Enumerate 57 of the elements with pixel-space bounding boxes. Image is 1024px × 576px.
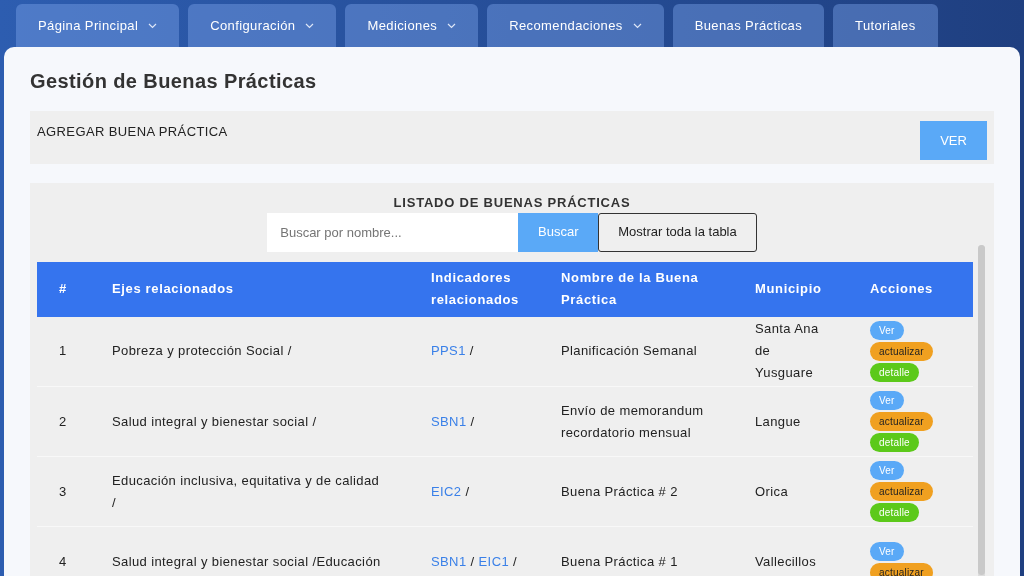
table-cell: Educación inclusiva, equitativa y de calidad / (112, 456, 431, 527)
table-cell: Orica (755, 456, 870, 527)
detail-button[interactable]: detalle (870, 503, 919, 522)
nav-tab[interactable]: Configuración (188, 4, 337, 47)
table-cell: 1 (37, 316, 112, 387)
search-field[interactable]: Buscar por nombre... (267, 212, 519, 252)
table-cell: 3 (37, 456, 112, 527)
table-cell: 2 (37, 386, 112, 457)
table-cell: Pobreza y protección Social / (112, 316, 431, 387)
table-cell: Planificación Semanal (561, 316, 755, 387)
detail-button[interactable]: detalle (870, 433, 919, 452)
column-header: Nombre de la Buena Práctica (561, 261, 755, 317)
search-button[interactable]: Buscar (518, 212, 599, 252)
view-button[interactable]: VER (920, 121, 987, 160)
column-header: Municipio (755, 261, 870, 317)
nav-tab[interactable]: Tutoriales (833, 4, 938, 47)
show-all-button[interactable]: Mostrar toda la tabla (598, 212, 757, 252)
column-header: Acciones (870, 261, 973, 317)
nav-tab[interactable]: Recomendaciones (487, 4, 664, 47)
separator-text: / (469, 343, 474, 359)
view-button[interactable]: Ver (870, 391, 904, 410)
update-button[interactable]: actualizar (870, 562, 933, 576)
table-cell: Buena Práctica # 1 (561, 526, 755, 576)
column-header: Ejes relacionados (112, 261, 431, 317)
table-cell: 4 (37, 526, 112, 576)
table-cell: Santa Ana de Yusguare (755, 316, 870, 387)
detail-button[interactable]: detalle (870, 362, 919, 382)
indicator-link[interactable]: SBN1 (431, 553, 467, 569)
section-label: AGREGAR BUENA PRÁCTICA (37, 123, 228, 141)
table-cell: Envío de memorandum recordatorio mensual (561, 386, 755, 457)
table-cell: Buena Práctica # 2 (561, 456, 755, 527)
table-cell: Vallecillos (755, 526, 870, 576)
page-title: Gestión de Buenas Prácticas (30, 69, 318, 93)
indicator-link[interactable]: PPS1 (431, 343, 466, 359)
separator-text: / (470, 553, 475, 569)
separator-text: / (513, 553, 518, 569)
view-button[interactable]: Ver (870, 541, 904, 561)
nav-tab[interactable]: Mediciones (345, 4, 479, 47)
table-cell: Salud integral y bienestar social / (112, 386, 431, 457)
update-button[interactable]: actualizar (870, 412, 933, 431)
table-cell: Langue (755, 386, 870, 457)
scrollbar[interactable] (978, 245, 985, 576)
view-button[interactable]: Ver (870, 461, 904, 480)
update-button[interactable]: actualizar (870, 341, 933, 361)
column-header: Indicadores relacionados (431, 261, 561, 317)
nav-tab[interactable]: Página Principal (16, 4, 180, 47)
view-button[interactable]: Ver (870, 320, 904, 340)
table-cell: Salud integral y bienestar social /Educación (112, 526, 431, 576)
indicator-link[interactable]: EIC2 (431, 483, 462, 499)
indicator-link[interactable]: EIC1 (478, 553, 510, 569)
indicator-link[interactable]: SBN1 (431, 413, 467, 429)
nav-tab[interactable]: Buenas Prácticas (672, 4, 825, 47)
section-title: LISTADO DE BUENAS PRÁCTICAS (393, 195, 631, 210)
update-button[interactable]: actualizar (870, 482, 933, 501)
separator-text: / (470, 413, 475, 429)
separator-text: / (465, 483, 470, 499)
column-header: # (37, 261, 112, 317)
